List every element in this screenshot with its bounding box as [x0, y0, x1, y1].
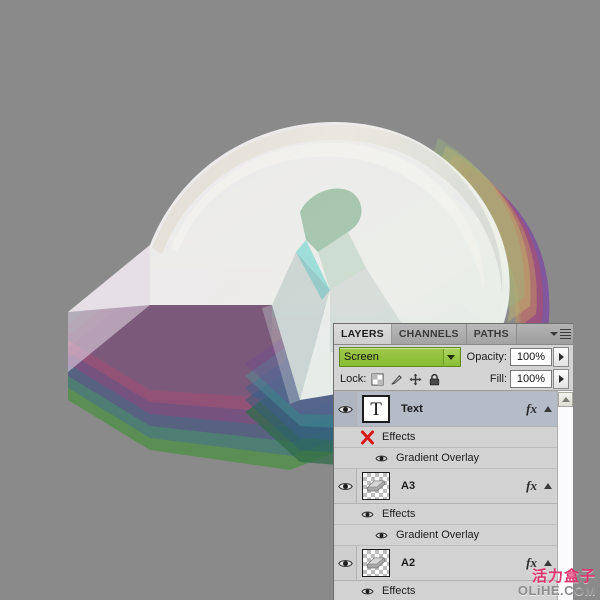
- layer-row-a2[interactable]: A2 fx: [334, 546, 557, 581]
- blend-mode-row: Screen Opacity: 100%: [334, 345, 573, 368]
- effect-label-gradient-overlay: Gradient Overlay: [396, 529, 480, 541]
- layer-name-a3: A3: [401, 480, 416, 492]
- lock-row: Lock: Fill: 100%: [334, 368, 573, 391]
- opacity-input[interactable]: 100%: [510, 348, 552, 366]
- effects-row-a2[interactable]: Effects: [334, 581, 557, 600]
- panel-menu-lines-icon: [559, 328, 571, 340]
- layer-row-a3[interactable]: A3 fx: [334, 469, 557, 504]
- layer-effects-expander-icon[interactable]: [544, 480, 552, 492]
- close-icon: [360, 430, 374, 444]
- eye-icon: [360, 511, 374, 517]
- eye-icon: [337, 482, 353, 490]
- layer-name-a2: A2: [401, 557, 416, 569]
- blend-mode-value: Screen: [344, 351, 379, 363]
- layer-content-preview-icon: [366, 480, 386, 492]
- triangle-up-icon: [561, 397, 570, 402]
- tab-paths[interactable]: PATHS: [466, 324, 517, 344]
- effects-label-a2: Effects: [382, 585, 416, 597]
- blend-mode-dropdown-arrow[interactable]: [442, 349, 459, 365]
- lock-image-pixels-icon[interactable]: [390, 373, 403, 386]
- layer-visibility-toggle[interactable]: [334, 546, 357, 580]
- triangle-right-icon: [558, 353, 564, 361]
- triangle-right-icon: [558, 375, 564, 383]
- fill-input[interactable]: 100%: [510, 370, 552, 388]
- layer-thumbnail-a2[interactable]: [362, 549, 390, 577]
- panel-tab-strip: LAYERS CHANNELS PATHS: [334, 324, 573, 345]
- eye-icon: [337, 559, 353, 567]
- panel-menu-triangle-icon: [549, 332, 558, 336]
- layer-effects-fx-icon[interactable]: fx: [526, 478, 537, 494]
- blend-mode-select[interactable]: Screen: [339, 347, 461, 367]
- fill-label: Fill:: [489, 373, 507, 385]
- layer-thumbnail-a3[interactable]: [362, 472, 390, 500]
- lock-all-icon[interactable]: [428, 373, 441, 386]
- lock-icons-group: [371, 372, 441, 386]
- panel-menu-icon[interactable]: [547, 324, 573, 344]
- triangle-up-icon: [544, 406, 552, 412]
- effect-row-gradient-overlay-text[interactable]: Gradient Overlay: [334, 448, 557, 469]
- layer-thumbnail-text[interactable]: T: [362, 395, 390, 423]
- effect-visibility-toggle[interactable]: [370, 454, 392, 463]
- text-layer-glyph: T: [370, 398, 382, 420]
- tab-strip-filler: [516, 324, 547, 344]
- scroll-up-button[interactable]: [558, 392, 573, 407]
- effects-visibility-toggle[interactable]: [356, 587, 378, 596]
- tab-channels[interactable]: CHANNELS: [391, 324, 467, 344]
- layer-list-wrapper: T Text fx Effects Gradient Overlay A3 fx…: [334, 391, 573, 600]
- layer-visibility-toggle[interactable]: [334, 392, 357, 426]
- lock-position-icon[interactable]: [409, 372, 422, 386]
- effects-visibility-toggle-off[interactable]: [356, 430, 378, 445]
- effects-label-a3: Effects: [382, 508, 416, 520]
- layer-effects-fx-icon[interactable]: fx: [526, 555, 537, 571]
- layer-effects-fx-icon[interactable]: fx: [526, 401, 537, 417]
- layer-list-scrollbar[interactable]: [557, 391, 573, 600]
- lock-label: Lock:: [340, 373, 367, 385]
- effect-row-gradient-overlay-a3[interactable]: Gradient Overlay: [334, 525, 557, 546]
- opacity-label: Opacity:: [466, 351, 507, 363]
- eye-icon: [374, 532, 388, 538]
- eye-icon: [337, 405, 353, 413]
- layer-effects-expander-icon[interactable]: [544, 403, 552, 415]
- layer-effects-expander-icon[interactable]: [544, 557, 552, 569]
- triangle-up-icon: [544, 560, 552, 566]
- effects-row-a3[interactable]: Effects: [334, 504, 557, 525]
- triangle-up-icon: [544, 483, 552, 489]
- layer-name-text: Text: [401, 403, 423, 415]
- layer-content-preview-icon: [366, 557, 386, 569]
- eye-icon: [360, 588, 374, 594]
- layers-panel: LAYERS CHANNELS PATHS Screen Opacity: 10…: [333, 323, 573, 600]
- effects-row-text[interactable]: Effects: [334, 427, 557, 448]
- eye-icon: [374, 455, 388, 461]
- effect-visibility-toggle[interactable]: [370, 531, 392, 540]
- effects-visibility-toggle[interactable]: [356, 510, 378, 519]
- chevron-down-icon: [447, 354, 456, 360]
- effects-label-text: Effects: [382, 431, 416, 443]
- lock-transparent-pixels-icon[interactable]: [371, 372, 384, 386]
- fill-slider-button[interactable]: [553, 369, 569, 389]
- effect-label-gradient-overlay: Gradient Overlay: [396, 452, 480, 464]
- opacity-slider-button[interactable]: [553, 347, 569, 367]
- tab-layers[interactable]: LAYERS: [334, 324, 392, 344]
- layer-row-text[interactable]: T Text fx: [334, 392, 557, 427]
- layer-list: T Text fx Effects Gradient Overlay A3 fx…: [334, 391, 557, 600]
- layer-visibility-toggle[interactable]: [334, 469, 357, 503]
